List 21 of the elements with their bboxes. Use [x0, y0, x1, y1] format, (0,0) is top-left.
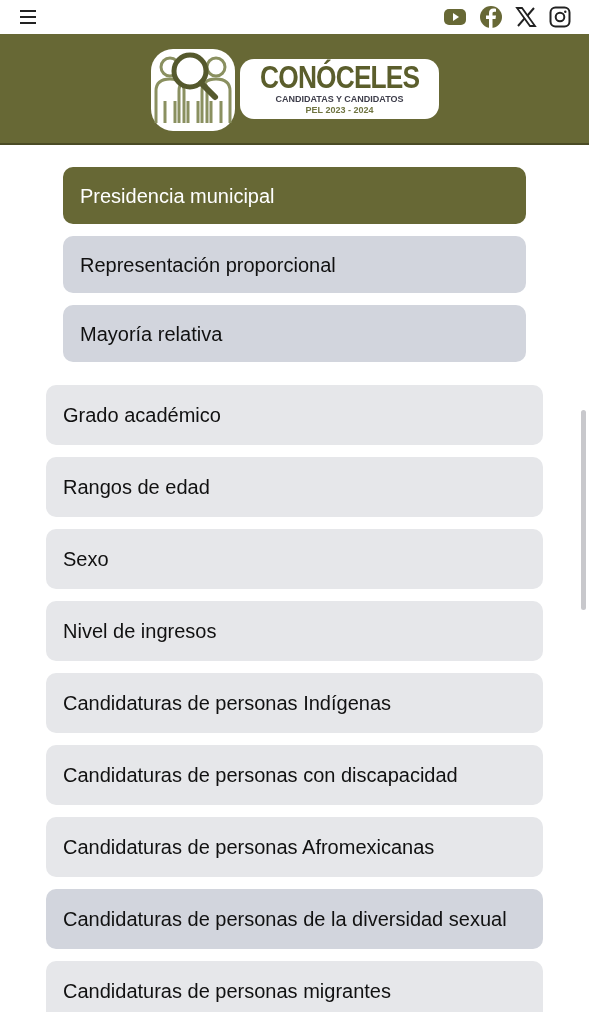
office-option[interactable]: Representación proporcional — [63, 236, 526, 293]
category-option[interactable]: Candidaturas de personas Indígenas — [46, 673, 543, 733]
category-option[interactable]: Grado académico — [46, 385, 543, 445]
instagram-icon[interactable] — [549, 6, 571, 28]
logo-period: PEL 2023 - 2024 — [305, 104, 374, 116]
category-option[interactable]: Candidaturas de personas migrantes — [46, 961, 543, 1012]
category-option[interactable]: Sexo — [46, 529, 543, 589]
category-option[interactable]: Candidaturas de personas con discapacidad — [46, 745, 543, 805]
logo-subtitle: CANDIDATAS Y CANDIDATOS — [275, 93, 404, 105]
category-option[interactable]: Candidaturas de personas de la diversidad sexual — [46, 889, 543, 949]
scrollbar-thumb[interactable] — [581, 410, 586, 610]
logo-title: CONÓCELES — [259, 61, 420, 94]
menu-icon[interactable] — [18, 9, 38, 25]
category-option[interactable]: Candidaturas de personas Afromexicanas — [46, 817, 543, 877]
youtube-icon[interactable] — [443, 8, 467, 26]
facebook-icon[interactable] — [479, 5, 503, 29]
category-option[interactable]: Nivel de ingresos — [46, 601, 543, 661]
x-icon[interactable] — [515, 7, 537, 27]
office-option[interactable]: Presidencia municipal — [63, 167, 526, 224]
category-option[interactable]: Rangos de edad — [46, 457, 543, 517]
office-option[interactable]: Mayoría relativa — [63, 305, 526, 362]
